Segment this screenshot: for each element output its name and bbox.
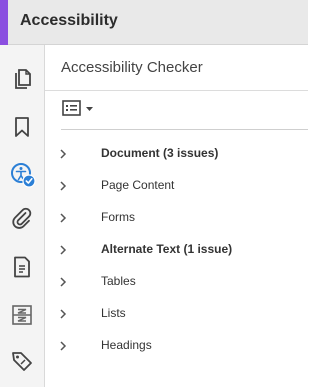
chevron-right-icon[interactable] xyxy=(58,244,68,256)
chevron-right-icon[interactable] xyxy=(58,180,68,192)
tree-item-document[interactable]: Document (3 issues) xyxy=(45,138,308,170)
tree-item-page-content[interactable]: Page Content xyxy=(45,170,308,202)
chevron-right-icon[interactable] xyxy=(58,148,68,160)
chevron-right-icon[interactable] xyxy=(58,212,68,224)
tree-item-forms[interactable]: Forms xyxy=(45,202,308,234)
paperclip-icon[interactable] xyxy=(10,207,34,231)
chevron-right-icon[interactable] xyxy=(58,308,68,320)
options-menu-button[interactable] xyxy=(62,99,100,119)
accessibility-panel: Accessibility Checker Document (3 issues… xyxy=(45,45,308,387)
bookmark-icon[interactable] xyxy=(10,115,34,139)
chevron-down-icon xyxy=(86,107,93,111)
accessibility-check-icon[interactable] xyxy=(10,162,36,188)
tree-item-label: Page Content xyxy=(101,178,175,192)
tree-item-label: Tables xyxy=(101,274,136,288)
tree-item-label: Lists xyxy=(101,306,126,320)
tree-item-label: Alternate Text (1 issue) xyxy=(101,242,233,256)
tree-item-headings[interactable]: Headings xyxy=(45,330,308,362)
tree-item-label: Document (3 issues) xyxy=(101,146,219,160)
chevron-right-icon[interactable] xyxy=(58,340,68,352)
tree-item-label: Forms xyxy=(101,210,135,224)
chevron-right-icon[interactable] xyxy=(58,276,68,288)
pages-icon[interactable] xyxy=(10,67,34,91)
panel-title: Accessibility Checker xyxy=(61,59,203,76)
tree-item-tables[interactable]: Tables xyxy=(45,266,308,298)
tools-rail xyxy=(0,45,45,387)
tree-item-alternate-text[interactable]: Alternate Text (1 issue) xyxy=(45,234,308,266)
panel-divider xyxy=(45,90,308,91)
tree-item-lists[interactable]: Lists xyxy=(45,298,308,330)
document-icon[interactable] xyxy=(10,255,34,279)
header-title: Accessibility xyxy=(20,12,118,29)
compare-icon[interactable] xyxy=(10,303,34,327)
tree-item-label: Headings xyxy=(101,338,152,352)
tag-icon[interactable] xyxy=(10,349,34,373)
checker-results-tree: Document (3 issues) Page Content Forms A… xyxy=(45,138,308,362)
options-list-icon xyxy=(62,100,81,116)
toolbar-divider xyxy=(61,129,308,130)
panel-header: Accessibility xyxy=(0,0,308,45)
header-accent-bar xyxy=(0,0,8,45)
